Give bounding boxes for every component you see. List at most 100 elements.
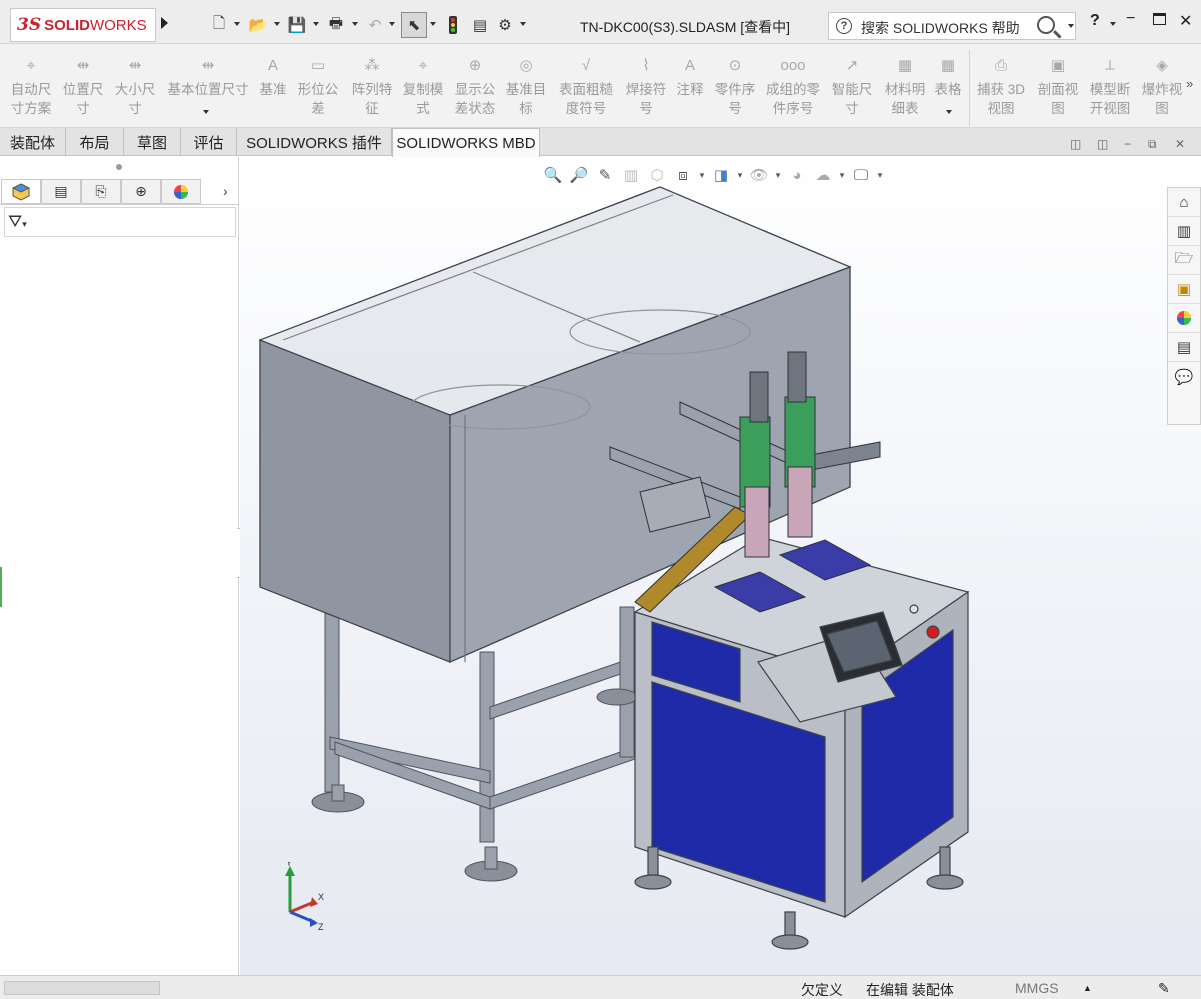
chevron-down-icon[interactable]	[274, 22, 280, 26]
help-button[interactable]: ?	[1090, 12, 1100, 30]
tab-evaluate[interactable]: 评估	[181, 128, 237, 156]
ribbon-button-stacked-balloon[interactable]: ooo 成组的零 件序号	[763, 54, 823, 124]
open-document-icon[interactable]: 📂	[246, 12, 270, 38]
maximize-icon[interactable]	[1153, 13, 1166, 25]
ribbon-button-label: 剖面视 图	[1037, 82, 1079, 116]
panel-grip-icon[interactable]	[116, 164, 122, 170]
chevron-down-icon[interactable]	[430, 22, 436, 26]
chevron-down-icon[interactable]	[520, 22, 526, 26]
design-library-icon[interactable]: ▥	[1168, 217, 1200, 246]
chevron-up-icon[interactable]: ▲	[1083, 983, 1092, 993]
capture-3d-view-icon: ⎙	[994, 56, 1007, 74]
tab-solidworks-mbd[interactable]: SOLIDWORKS MBD	[392, 128, 540, 157]
exploded-view-icon: ◈	[1156, 57, 1168, 74]
unit-system-selector[interactable]: MMGS	[1015, 980, 1059, 996]
search-input[interactable]: 搜索 SOLIDWORKS 帮助	[861, 18, 1020, 38]
new-document-icon[interactable]: 🗋	[207, 12, 231, 38]
manager-tabs: ▤ ⎘ ⊕	[0, 179, 239, 205]
logo-text: SOLIDWORKS	[44, 17, 147, 34]
ribbon-more-icon[interactable]: »	[1186, 76, 1193, 91]
undo-icon[interactable]: ↶	[363, 12, 387, 38]
view-palette-icon[interactable]: ▣	[1168, 275, 1200, 304]
under-defined-status: 欠定义	[801, 982, 843, 998]
tab-solidworks-addins[interactable]: SOLIDWORKS 插件	[237, 128, 392, 156]
forum-icon[interactable]: 💬	[1168, 362, 1200, 391]
chevron-down-icon[interactable]	[313, 22, 319, 26]
assembly-cube-icon	[12, 182, 30, 201]
options-gear-icon[interactable]: ⚙	[494, 12, 516, 38]
chevron-down-icon[interactable]	[1110, 22, 1116, 26]
chevron-down-icon[interactable]	[389, 22, 395, 26]
solidworks-logo[interactable]: 3S SOLIDWORKS	[10, 8, 156, 42]
dimxpert-manager-icon[interactable]: ⊕	[121, 179, 161, 204]
minimize-icon[interactable]: −	[1126, 10, 1135, 28]
search-icon[interactable]	[1037, 16, 1055, 34]
panel-horizontal-scrollbar[interactable]	[4, 981, 160, 995]
doc-minimize-icon[interactable]: −	[1124, 137, 1131, 151]
ribbon-button-copy-scheme[interactable]: ⌖ 复制模 式	[400, 54, 446, 124]
restore-down-icon[interactable]: ◫	[1070, 137, 1081, 151]
command-manager-tabs: 装配体 布局 草图 评估 SOLIDWORKS 插件 SOLIDWORKS MB…	[0, 128, 1201, 157]
feature-manager-panel: ▤ ⎘ ⊕ › ⛛▾	[0, 157, 239, 975]
appearances-icon[interactable]	[1168, 304, 1200, 333]
menu-expand-arrow-icon[interactable]	[161, 17, 168, 29]
display-manager-icon[interactable]	[161, 179, 201, 204]
feature-manager-icon[interactable]	[1, 179, 41, 204]
editing-status: 在编辑 装配体	[866, 982, 954, 998]
tab-layout[interactable]: 布局	[66, 128, 124, 156]
chevron-down-icon[interactable]	[946, 110, 952, 114]
ribbon-button-exploded-view[interactable]: ◈ 爆炸视 图	[1139, 54, 1185, 124]
close-icon[interactable]: ✕	[1179, 11, 1192, 31]
chevron-down-icon[interactable]	[352, 22, 358, 26]
tab-sketch[interactable]: 草图	[124, 128, 181, 156]
configuration-manager-icon[interactable]: ⎘	[81, 179, 121, 204]
rebuild-icon[interactable]	[443, 12, 463, 38]
section-view-icon: ▣	[1050, 57, 1066, 74]
save-icon[interactable]: 💾	[285, 12, 309, 38]
custom-properties-icon[interactable]: ▤	[1168, 333, 1200, 362]
file-properties-icon[interactable]: ▤	[469, 12, 491, 38]
model-break-view-icon: ⟂	[1104, 56, 1115, 74]
select-icon[interactable]: ⬉	[401, 12, 427, 38]
chevron-down-icon[interactable]	[234, 22, 240, 26]
print-icon[interactable]: 🖶	[324, 12, 348, 38]
assembly-model-render[interactable]	[240, 157, 1201, 975]
ribbon-button-balloon[interactable]: ⊙ 零件序 号	[712, 54, 758, 124]
graphics-area[interactable]: 🔍 🔎 ✎ ▥ ⬡ ⧈ ▾ ◨ ▾ 👁 ▾ ◕ ☁ ▾ 🖵 ▾ ⌂ ▥ 🗁 ▣ …	[240, 157, 1201, 975]
ribbon-button-label: 表格	[934, 82, 962, 97]
filter-icon[interactable]: ⛛▾	[8, 212, 27, 232]
ribbon-button-note[interactable]: A 注释	[674, 54, 706, 124]
chevron-right-icon[interactable]: ›	[223, 183, 228, 199]
ribbon-button-geometric-tolerance[interactable]: ▭ 形位公 差	[295, 54, 341, 124]
help-search-box[interactable]: ? 搜索 SOLIDWORKS 帮助	[828, 12, 1076, 40]
ribbon-button-datum-target[interactable]: ◎ 基准目 标	[503, 54, 549, 124]
ribbon-button-show-tolerance-status[interactable]: ⊕ 显示公 差状态	[452, 54, 498, 124]
ribbon-button-model-break-view[interactable]: ⟂ 模型断 开视图	[1087, 54, 1133, 124]
ribbon-button-label: 智能尺 寸	[831, 82, 873, 116]
ribbon-button-section-view[interactable]: ▣ 剖面视 图	[1035, 54, 1081, 124]
ribbon-button-size-dimension[interactable]: ⇹ 大小尺 寸	[112, 54, 158, 124]
ribbon-button-location-dimension[interactable]: ⇹ 位置尺 寸	[60, 54, 106, 124]
solidworks-resources-icon[interactable]: ⌂	[1168, 188, 1200, 217]
rebuild-status-icon[interactable]: ✎	[1158, 980, 1170, 997]
ribbon-button-surface-finish[interactable]: √ 表面粗糙 度符号	[556, 54, 616, 124]
chevron-down-icon[interactable]	[203, 110, 209, 114]
status-bar: 欠定义 在编辑 装配体 MMGS ▲ ✎	[0, 975, 1201, 999]
ribbon-button-label: 阵列特 征	[351, 82, 393, 116]
ribbon-button-weld-symbol[interactable]: ⌇ 焊接符 号	[623, 54, 669, 124]
property-manager-icon[interactable]: ▤	[41, 179, 81, 204]
ribbon-button-pattern-feature[interactable]: ⁂ 阵列特 征	[349, 54, 395, 124]
doc-close-icon[interactable]: ✕	[1175, 137, 1185, 151]
doc-maximize-icon[interactable]: ⧉	[1148, 137, 1157, 152]
file-explorer-icon[interactable]: 🗁	[1168, 246, 1200, 275]
feature-tree-filter[interactable]: ⛛▾	[4, 207, 236, 237]
ribbon-button-smart-dimension[interactable]: ↗ 智能尺 寸	[829, 54, 875, 124]
tab-assembly[interactable]: 装配体	[0, 128, 66, 156]
geometric-tolerance-icon: ▭	[310, 57, 326, 74]
ribbon-button-bill-of-materials[interactable]: ▦ 材料明 细表	[882, 54, 928, 124]
chevron-down-icon[interactable]	[1068, 24, 1074, 28]
ribbon-button-datum[interactable]: A 基准	[259, 54, 287, 124]
ribbon-button-auto-dimension[interactable]: ⌖ 自动尺 寸方案	[8, 54, 54, 124]
tile-icon[interactable]: ◫	[1097, 137, 1108, 151]
ribbon-button-capture-3d-view[interactable]: ⎙ 捕获 3D 视图	[975, 54, 1027, 124]
